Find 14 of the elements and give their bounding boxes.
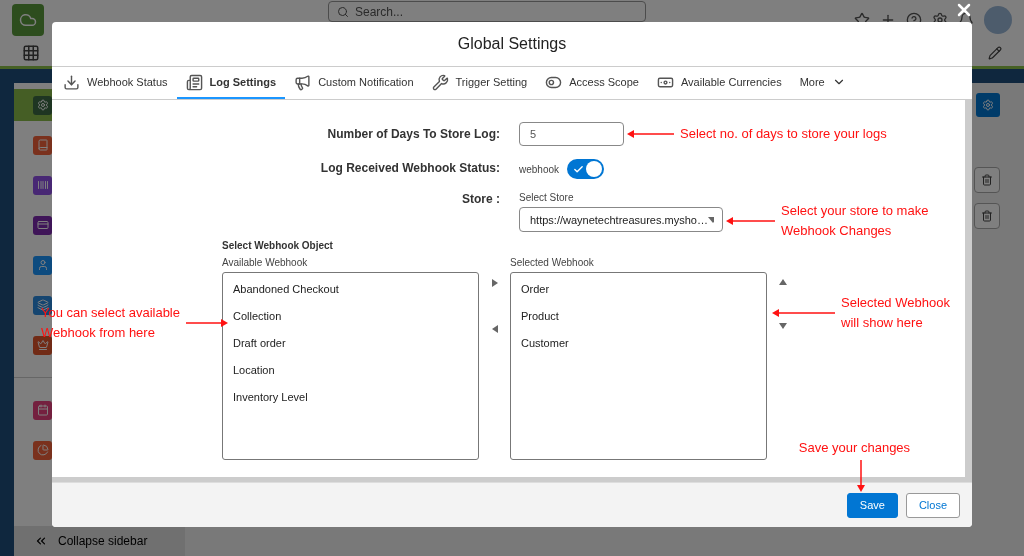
field-label: Log Received Webhook Status: — [320, 160, 500, 175]
list-label: Selected Webhook — [510, 257, 595, 268]
list-label: Available Webhook — [222, 257, 309, 268]
annotation-text: Select no. of days to store your logs — [680, 125, 887, 143]
annotation-text: Selected Webhook will show here — [841, 294, 950, 332]
field-label: Store : — [462, 192, 500, 206]
dialog-title: Global Settings — [52, 22, 972, 67]
field-label: Number of Days To Store Log: — [327, 126, 500, 141]
annotation-text: Save your changes — [798, 438, 911, 457]
field-label: Select Store — [519, 192, 575, 203]
section-title: Select Webhook Object — [222, 240, 334, 251]
search-placeholder: Search... — [355, 4, 404, 19]
annotation-text: You can select available Webhook from here — [41, 304, 180, 342]
toggle-label: webhook — [519, 163, 560, 175]
